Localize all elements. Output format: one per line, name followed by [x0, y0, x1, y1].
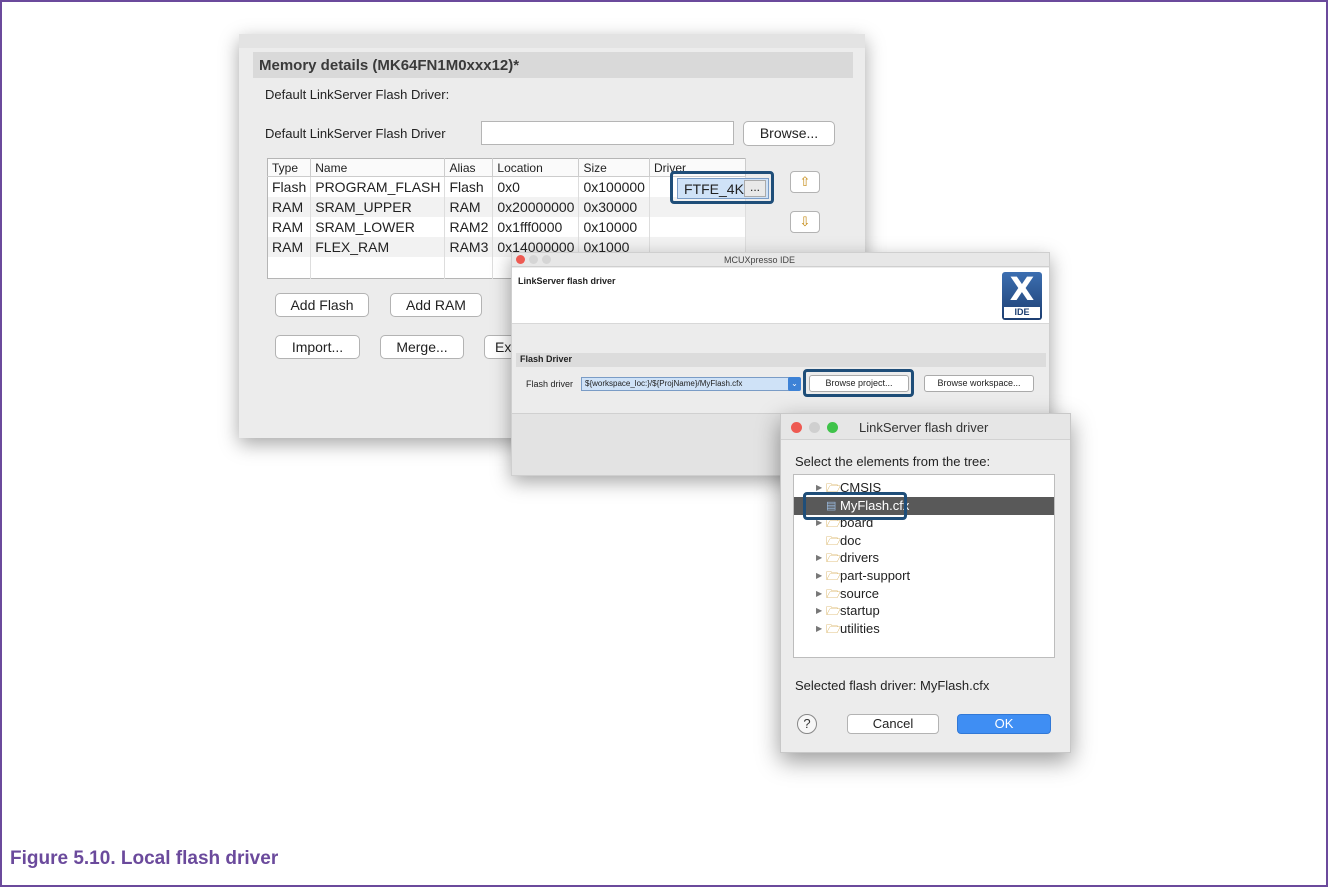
flash-driver-section: Flash Driver	[516, 353, 1046, 367]
maximize-icon[interactable]	[542, 255, 551, 264]
cell-location: 0x1fff0000	[492, 216, 580, 237]
folder-icon: 🗁	[826, 604, 841, 619]
column-header[interactable]: Size	[578, 158, 650, 177]
tree-item[interactable]: ▶ 🗁 utilities	[794, 620, 1054, 638]
maximize-icon[interactable]	[827, 422, 838, 433]
logo-letter: X	[1009, 270, 1035, 308]
cell-alias: RAM2	[444, 216, 494, 237]
cancel-button[interactable]: Cancel	[847, 714, 939, 734]
cell-type: RAM	[267, 216, 312, 237]
cell-alias: RAM	[444, 196, 494, 217]
cell-name: SRAM_UPPER	[310, 196, 446, 217]
cell-location: 0x0	[492, 176, 580, 197]
table-row[interactable]: RAM SRAM_LOWER RAM2 0x1fff0000 0x10000	[267, 216, 746, 237]
expand-arrow-icon[interactable]: ▶	[816, 567, 826, 585]
default-driver-input[interactable]	[481, 121, 734, 145]
cell-type: RAM	[267, 196, 312, 217]
column-header[interactable]: Alias	[444, 158, 494, 177]
cell-name: FLEX_RAM	[310, 236, 446, 257]
cell-name: SRAM_LOWER	[310, 216, 446, 237]
ide-titlebar: MCUXpresso IDE	[512, 253, 1049, 267]
folder-icon: 🗁	[826, 533, 841, 548]
move-down-button[interactable]: ⇩	[790, 211, 820, 233]
tree-item-label: doc	[840, 532, 861, 548]
arrow-down-icon: ⇩	[799, 214, 811, 229]
browse-workspace-button[interactable]: Browse workspace...	[924, 375, 1034, 392]
cell-driver	[649, 216, 746, 237]
default-driver-label: Default LinkServer Flash Driver	[265, 126, 446, 141]
flash-driver-label: Flash driver	[526, 379, 574, 389]
logo-text: IDE	[1004, 307, 1040, 318]
memory-details-header: Memory details (MK64FN1M0xxx12)*	[253, 52, 853, 78]
tree-item[interactable]: 🗁 doc	[794, 532, 1054, 550]
minimize-icon[interactable]	[529, 255, 538, 264]
add-flash-button[interactable]: Add Flash	[275, 293, 369, 317]
folder-icon: 🗁	[826, 621, 841, 636]
tree-item[interactable]: ▶ 🗁 startup	[794, 602, 1054, 620]
folder-icon: 🗁	[826, 551, 841, 566]
selected-driver-info: Selected flash driver: MyFlash.cfx	[795, 678, 990, 693]
tree-item[interactable]: ▶ 🗁 source	[794, 585, 1054, 603]
arrow-up-icon: ⇧	[799, 174, 811, 189]
browse-button[interactable]: Browse...	[743, 121, 835, 146]
import-button[interactable]: Import...	[275, 335, 360, 359]
cell-name: PROGRAM_FLASH	[310, 176, 446, 197]
expand-arrow-icon[interactable]: ▶	[816, 549, 826, 567]
tree-item-label: source	[840, 585, 880, 601]
mcuxpresso-logo: X IDE	[1002, 272, 1042, 320]
column-header[interactable]: Type	[267, 158, 312, 177]
picker-titlebar: LinkServer flash driver	[781, 414, 1070, 440]
flash-driver-combo[interactable]: ${workspace_loc:}/${ProjName}/MyFlash.cf…	[581, 377, 790, 391]
ide-window-title: MCUXpresso IDE	[724, 255, 796, 265]
myflash-highlight	[803, 492, 907, 520]
move-up-button[interactable]: ⇧	[790, 171, 820, 193]
tree-item-label: startup	[840, 603, 880, 619]
tree-item[interactable]: ▶ 🗁 drivers	[794, 549, 1054, 567]
cell-size: 0x30000	[578, 196, 650, 217]
expand-arrow-icon[interactable]: ▶	[816, 602, 826, 620]
linkserver-flash-driver-picker: LinkServer flash driver Select the eleme…	[780, 413, 1071, 753]
picker-title: LinkServer flash driver	[859, 420, 989, 435]
tree-item-label: part-support	[840, 568, 911, 583]
add-ram-button[interactable]: Add RAM	[390, 293, 482, 317]
figure-caption: Figure 5.10. Local flash driver	[10, 848, 279, 869]
column-header[interactable]: Name	[310, 158, 446, 177]
tree-item[interactable]: ▶ 🗁 part-support	[794, 567, 1054, 585]
help-icon[interactable]: ?	[797, 714, 817, 734]
driver-highlight-box	[670, 171, 774, 204]
default-driver-heading: Default LinkServer Flash Driver:	[265, 87, 450, 102]
expand-arrow-icon[interactable]: ▶	[816, 620, 826, 638]
cell-size: 0x10000	[578, 216, 650, 237]
combo-dropdown-icon[interactable]: ⌄	[788, 377, 801, 391]
minimize-icon[interactable]	[809, 422, 820, 433]
cell-alias: RAM3	[444, 236, 494, 257]
tree-item-label: utilities	[840, 620, 880, 636]
column-header[interactable]: Location	[492, 158, 580, 177]
cell-alias: Flash	[444, 176, 494, 197]
cell-size: 0x100000	[578, 176, 650, 197]
cell-location: 0x20000000	[492, 196, 580, 217]
tree-item-label: drivers	[840, 550, 880, 566]
close-icon[interactable]	[516, 255, 525, 264]
close-icon[interactable]	[791, 422, 802, 433]
tree-prompt: Select the elements from the tree:	[795, 454, 991, 469]
expand-arrow-icon[interactable]: ▶	[816, 585, 826, 603]
ide-dialog-title: LinkServer flash driver	[518, 276, 616, 286]
folder-icon: 🗁	[826, 586, 841, 601]
ide-dialog-banner: LinkServer flash driver X IDE	[512, 268, 1049, 324]
cell-type: Flash	[267, 176, 312, 197]
browse-project-highlight	[803, 369, 914, 397]
folder-icon: 🗁	[826, 569, 841, 583]
window-top-strip	[239, 34, 865, 48]
ok-button[interactable]: OK	[957, 714, 1051, 734]
merge-button[interactable]: Merge...	[380, 335, 464, 359]
cell-type: RAM	[267, 236, 312, 257]
